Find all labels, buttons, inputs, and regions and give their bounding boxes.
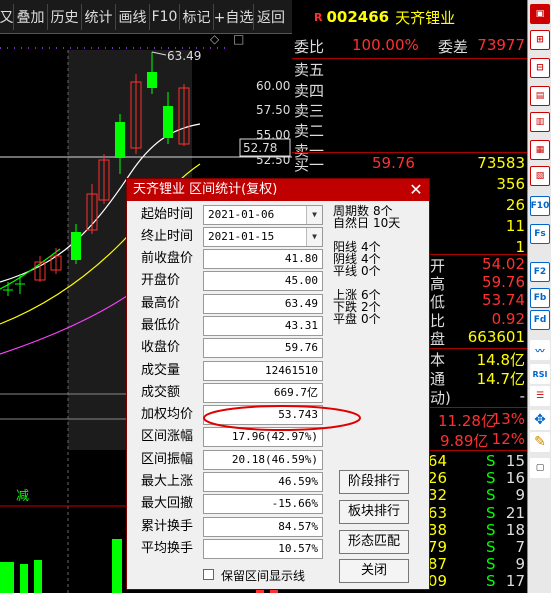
sell4-label: 卖四 — [294, 82, 325, 100]
field-value: 12461510 — [203, 360, 323, 381]
field-value: 59.76 — [203, 338, 323, 359]
chevron-down-icon: ▼ — [306, 228, 322, 246]
field-value: 63.49 — [203, 293, 323, 314]
candle-icon[interactable]: ▥ — [530, 112, 550, 132]
field-label: 最高价 — [141, 295, 181, 311]
minute-icon[interactable]: ⊟ — [530, 58, 550, 78]
f10-icon[interactable]: F10 — [530, 196, 550, 216]
toolbar-overlay[interactable]: 叠加 — [14, 3, 48, 30]
field-value: 46.59% — [203, 472, 323, 492]
field-label: 最大上涨 — [141, 474, 194, 489]
high-price-label: 63.49 — [167, 49, 201, 63]
weibi-value: 100.00% — [352, 36, 419, 54]
toolbar-f10[interactable]: F10 — [150, 3, 180, 30]
field-label: 累计换手 — [141, 518, 194, 534]
f2-icon[interactable]: F2 — [530, 262, 550, 282]
stage-ranking-button[interactable]: 阶段排行 — [339, 470, 409, 494]
highlight-ellipse — [203, 405, 361, 431]
price-tick: 57.50 — [256, 103, 290, 117]
toolbar-stats[interactable]: 统计 — [82, 3, 116, 30]
field-label: 加权均价 — [141, 407, 194, 423]
field-value: 10.57% — [203, 538, 323, 559]
pencil-icon[interactable]: ✎ — [530, 432, 550, 452]
field-value: 84.57% — [203, 516, 323, 537]
macd-icon[interactable]: 〰 — [530, 340, 550, 360]
sell2-label: 卖二 — [294, 122, 325, 140]
field-label: 平均换手 — [141, 540, 194, 556]
start-time-label: 起始时间 — [141, 207, 194, 222]
range-stats-dialog: 天齐锂业 区间统计(复权) ✕ 起始时间 2021-01-06 ▼ 终止时间 20… — [126, 178, 430, 590]
toolbar-item-0[interactable]: 又 — [0, 3, 14, 30]
compare-icon[interactable]: ▦ — [530, 140, 550, 160]
top-toolbar: 又 叠加 历史 统计 画线 F10 标记 +自选 返回 — [0, 0, 292, 34]
field-value: 669.7亿 — [203, 382, 323, 403]
pattern-match-button[interactable]: 形态匹配 — [339, 530, 409, 554]
field-label: 区间振幅 — [141, 451, 194, 467]
stock-name: 天齐锂业 — [395, 8, 456, 27]
field-label: 前收盘价 — [141, 251, 194, 266]
dialog-title: 天齐锂业 区间统计(复权) — [127, 179, 429, 201]
multi-chart-icon[interactable]: ▧ — [530, 166, 550, 186]
toolbar-add-watch[interactable]: +自选 — [214, 3, 254, 30]
close-icon[interactable]: ✕ — [407, 181, 425, 199]
field-label: 最大回撤 — [141, 496, 194, 512]
field-value: 41.80 — [203, 249, 323, 269]
bottom-marker: 减 — [16, 489, 29, 504]
close-button[interactable]: 关闭 — [339, 559, 409, 583]
field-label: 成交额 — [141, 384, 181, 400]
svg-text:◇: ◇ — [210, 34, 220, 46]
r-badge: R — [314, 10, 323, 24]
start-time-select[interactable]: 2021-01-06 ▼ — [203, 205, 323, 225]
field-label: 区间涨幅 — [141, 429, 194, 445]
field-label: 最低价 — [141, 317, 181, 333]
sector-ranking-button[interactable]: 板块排行 — [339, 500, 409, 524]
end-time-select[interactable]: 2021-01-15 ▼ — [203, 227, 323, 247]
toolbar-back[interactable]: 返回 — [254, 4, 288, 30]
field-label: 成交量 — [141, 362, 181, 378]
kd-icon[interactable]: ☰ — [530, 386, 550, 406]
buy1-row: 买一 59.76 73583 — [294, 154, 525, 174]
weibi-row: 委比 100.00% 委差 73977 — [294, 36, 525, 56]
chevron-down-icon: ▼ — [306, 206, 322, 224]
stock-header: R 002466 天齐锂业 — [292, 0, 527, 34]
toolbar-draw[interactable]: 画线 — [116, 3, 150, 30]
toolbar-mark[interactable]: 标记 — [180, 3, 214, 30]
rsi-icon[interactable]: RSI — [530, 364, 550, 384]
fd-icon[interactable]: Fd — [530, 310, 550, 330]
stock-code: 002466 — [326, 8, 390, 26]
chart-icon[interactable]: ▤ — [530, 86, 550, 106]
current-price-marker: 52.78 — [243, 141, 277, 155]
move-icon[interactable]: ✥ — [530, 410, 550, 430]
grid-icon[interactable]: ▢ — [530, 458, 550, 478]
fs-icon[interactable]: Fs — [530, 224, 550, 244]
field-value: -15.66% — [203, 494, 323, 515]
end-time-label: 终止时间 — [141, 229, 194, 244]
keep-range-line-label: 保留区间显示线 — [221, 569, 306, 583]
fb-icon[interactable]: Fb — [530, 288, 550, 308]
sell3-label: 卖三 — [294, 102, 325, 120]
price-tick: 60.00 — [256, 79, 290, 93]
toolbar-history[interactable]: 历史 — [48, 3, 82, 30]
field-value: 20.18(46.59%) — [203, 449, 323, 470]
field-value: 43.31 — [203, 315, 323, 336]
fn-icon[interactable]: ▣ — [530, 4, 550, 24]
kline-icon[interactable]: ⊞ — [530, 30, 550, 50]
keep-range-line-checkbox[interactable] — [203, 569, 214, 580]
sell5-label: 卖五 — [294, 61, 325, 79]
field-label: 收盘价 — [141, 340, 181, 356]
field-value: 45.00 — [203, 271, 323, 292]
field-label: 开盘价 — [141, 273, 181, 289]
svg-text:□: □ — [233, 34, 244, 46]
weicha-value: 73977 — [477, 36, 525, 54]
right-tool-strip: ▣ ⊞ ⊟ ▤ ▥ ▦ ▧ F10 Fs F2 Fb Fd 〰 RSI ☰ ✥ … — [527, 0, 551, 593]
